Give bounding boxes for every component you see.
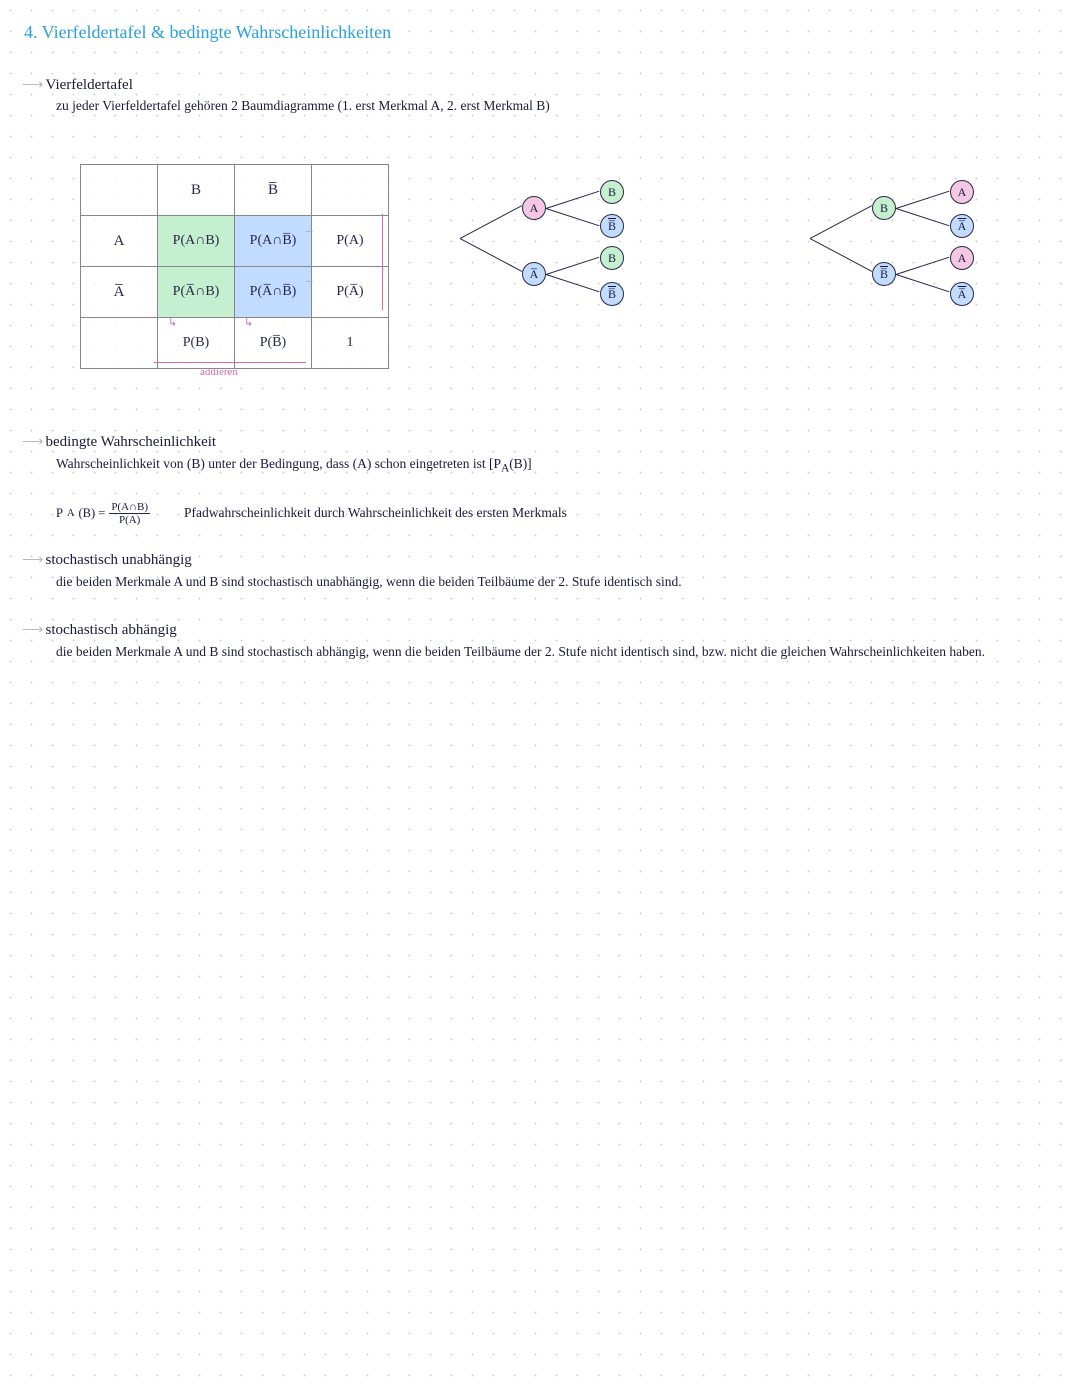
label: B̅: [608, 287, 616, 302]
sec3-text: die beiden Merkmale A und B sind stochas…: [56, 572, 1036, 592]
node-A-2: A: [950, 246, 974, 270]
sec2-sub: A: [501, 463, 509, 475]
arrow-icon: ⟶: [22, 77, 42, 93]
label: B̅: [608, 219, 616, 234]
node-A: A: [522, 196, 546, 220]
node-B-2: B: [600, 246, 624, 270]
node-A: A: [950, 180, 974, 204]
formula-lhs-rest: (B) =: [78, 506, 105, 521]
arrow-icon: ⟶: [22, 552, 42, 568]
cell-AnotB: P(A∩B̅): [235, 216, 312, 267]
node-notA-2: A̅: [950, 282, 974, 306]
formula-denominator: P(A): [119, 514, 140, 526]
cell-PnotA: P(A̅): [312, 267, 389, 318]
node-notA: A̅: [950, 214, 974, 238]
formula-lhs-sub: A: [67, 508, 75, 519]
arrow-right-icon: →: [304, 274, 315, 286]
page-title: 4. Vierfeldertafel & bedingte Wahrschein…: [24, 22, 391, 43]
tree-diagram-b-first: B B̅ A A̅ A A̅: [800, 178, 1060, 328]
sec4-heading: stochastisch abhängig: [46, 622, 177, 638]
sec3-heading: stochastisch unabhängig: [46, 552, 192, 568]
row-notA: A̅: [81, 267, 158, 318]
arrow-right-icon: →: [304, 224, 315, 236]
contingency-table: B B̅ A P(A∩B) P(A∩B̅) P(A) A̅ P(A̅∩B) P(…: [80, 164, 389, 369]
cell-AB: P(A∩B): [158, 216, 235, 267]
node-B: B: [600, 180, 624, 204]
sec2-tail: (B)]: [509, 456, 532, 471]
label: A̅: [958, 219, 967, 234]
row-A: A: [81, 216, 158, 267]
cell-one: 1: [312, 318, 389, 369]
bracket-right-icon: [382, 214, 383, 310]
node-B: B: [872, 196, 896, 220]
node-notA: A̅: [522, 262, 546, 286]
sec2-heading: bedingte Wahrscheinlichkeit: [46, 434, 217, 450]
arrow-down-icon: ↳: [244, 316, 253, 329]
sec4-text: die beiden Merkmale A und B sind stochas…: [56, 642, 1046, 662]
cell-notAnotB: P(A̅∩B̅): [235, 267, 312, 318]
col-B: B: [158, 165, 235, 216]
label: A̅: [958, 287, 967, 302]
cell-notAB: P(A̅∩B): [158, 267, 235, 318]
formula-lhs-P: P: [56, 506, 63, 521]
col-notB: B̅: [235, 165, 312, 216]
arrow-down-icon: ↳: [168, 316, 177, 329]
tree-diagram-a-first: A A̅ B B̅ B B̅: [450, 178, 710, 328]
sec1-text: zu jeder Vierfeldertafel gehören 2 Baumd…: [56, 96, 550, 116]
formula-numerator: P(A∩B): [109, 501, 150, 514]
sec1-heading: Vierfeldertafel: [46, 77, 133, 93]
node-notB: B̅: [600, 214, 624, 238]
arrow-icon: ⟶: [22, 434, 42, 450]
bracket-icon: [154, 362, 306, 363]
arrow-icon: ⟶: [22, 622, 42, 638]
label: B̅: [880, 267, 888, 282]
node-notB-2: B̅: [600, 282, 624, 306]
cell-PA: P(A): [312, 216, 389, 267]
sec2-text: Wahrscheinlichkeit von (B) unter der Bed…: [56, 456, 501, 471]
annotation-addieren: addieren: [200, 366, 238, 378]
formula-conditional-probability: PA(B) = P(A∩B) P(A) Pfadwahrscheinlichke…: [56, 501, 567, 526]
formula-note: Pfadwahrscheinlichkeit durch Wahrscheinl…: [184, 503, 567, 523]
node-notB: B̅: [872, 262, 896, 286]
